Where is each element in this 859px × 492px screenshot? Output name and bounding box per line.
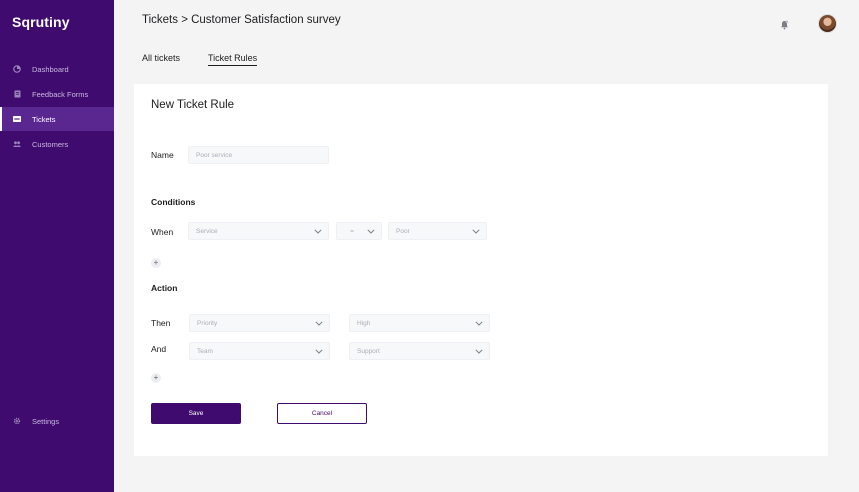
condition-value-select[interactable]: Poor bbox=[388, 222, 487, 240]
sidebar-item-label: Tickets bbox=[32, 114, 56, 124]
chevron-down-icon bbox=[472, 228, 480, 234]
breadcrumb: Tickets > Customer Satisfaction survey bbox=[142, 14, 341, 26]
app-logo[interactable]: Sqrutiny bbox=[12, 14, 70, 30]
name-label: Name bbox=[151, 150, 174, 160]
action-heading: Action bbox=[151, 283, 178, 293]
sidebar-item-customers[interactable]: Customers bbox=[0, 132, 114, 156]
gear-icon bbox=[13, 417, 21, 425]
avatar[interactable] bbox=[818, 14, 837, 33]
plus-icon: + bbox=[153, 373, 159, 382]
form-card bbox=[134, 84, 828, 456]
name-input-placeholder: Poor service bbox=[196, 151, 233, 159]
sidebar-item-feedback-forms[interactable]: Feedback Forms bbox=[0, 82, 114, 106]
add-condition-button[interactable]: + bbox=[151, 258, 161, 268]
tab-all-tickets[interactable]: All tickets bbox=[142, 53, 180, 63]
sidebar-item-label: Dashboard bbox=[32, 64, 69, 74]
tab-ticket-rules[interactable]: Ticket Rules bbox=[208, 53, 258, 66]
users-icon bbox=[13, 140, 21, 148]
chevron-down-icon bbox=[367, 228, 375, 234]
when-label: When bbox=[151, 227, 174, 237]
bell-icon[interactable] bbox=[780, 17, 789, 30]
form-icon bbox=[13, 90, 21, 98]
chevron-down-icon bbox=[475, 348, 483, 354]
sidebar-item-dashboard[interactable]: Dashboard bbox=[0, 57, 114, 81]
sidebar: Sqrutiny Dashboard Feedback Forms Ticket… bbox=[0, 0, 114, 492]
condition-field-select[interactable]: Service bbox=[188, 222, 329, 240]
cancel-button[interactable]: Cancel bbox=[277, 403, 367, 424]
then-label: Then bbox=[151, 318, 171, 328]
name-input[interactable]: Poor service bbox=[188, 146, 329, 164]
form-title: New Ticket Rule bbox=[151, 99, 235, 111]
action-then-value: High bbox=[357, 319, 371, 327]
action-then-field-value: Priority bbox=[197, 319, 218, 327]
chevron-down-icon bbox=[314, 228, 322, 234]
action-and-field-select[interactable]: Team bbox=[189, 342, 330, 360]
chart-icon bbox=[13, 65, 21, 73]
condition-operator-value: = bbox=[350, 227, 354, 235]
chevron-down-icon bbox=[315, 348, 323, 354]
sidebar-item-label: Customers bbox=[32, 139, 69, 149]
chevron-down-icon bbox=[475, 320, 483, 326]
action-and-value-select[interactable]: Support bbox=[349, 342, 490, 360]
action-then-field-select[interactable]: Priority bbox=[189, 314, 330, 332]
action-then-value-select[interactable]: High bbox=[349, 314, 490, 332]
condition-value: Poor bbox=[396, 227, 410, 235]
conditions-heading: Conditions bbox=[151, 197, 196, 207]
plus-icon: + bbox=[153, 258, 159, 267]
ticket-icon bbox=[13, 115, 21, 123]
action-and-value: Support bbox=[357, 347, 380, 355]
condition-field-value: Service bbox=[196, 227, 218, 235]
and-label: And bbox=[151, 344, 167, 354]
chevron-down-icon bbox=[315, 320, 323, 326]
sidebar-item-label: Settings bbox=[32, 416, 60, 426]
sidebar-item-tickets[interactable]: Tickets bbox=[0, 107, 114, 131]
sidebar-item-label: Feedback Forms bbox=[32, 89, 89, 99]
action-and-field-value: Team bbox=[197, 347, 213, 355]
sidebar-item-settings[interactable]: Settings bbox=[0, 409, 114, 433]
save-button[interactable]: Save bbox=[151, 403, 241, 424]
condition-operator-select[interactable]: = bbox=[336, 222, 382, 240]
add-action-button[interactable]: + bbox=[151, 373, 161, 383]
